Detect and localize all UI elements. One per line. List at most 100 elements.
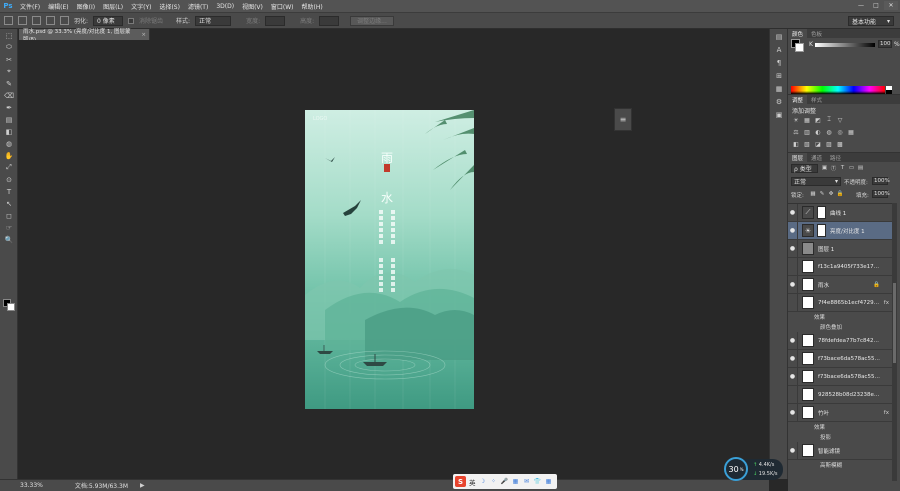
collapsed-panel-icon[interactable]: ≡ <box>614 108 632 131</box>
lasso-tool-icon[interactable]: ✂ <box>2 54 16 65</box>
layer-fx-icon[interactable]: fx <box>884 300 889 306</box>
lock-transparent-icon[interactable]: ▦ <box>810 190 816 197</box>
visibility-eye-icon[interactable]: ● <box>788 221 798 240</box>
layer-row[interactable]: ● 竹叶 fx <box>788 403 892 422</box>
visibility-eye-icon[interactable]: ● <box>788 403 798 422</box>
vibrance-icon[interactable]: ▽ <box>836 116 844 124</box>
layer-row[interactable]: ● 928528b08d23238e7c5f9c88... <box>788 385 892 404</box>
paragraph-panel-icon[interactable]: ¶ <box>772 57 786 68</box>
channel-mixer-icon[interactable]: ◎ <box>836 128 844 136</box>
layer-row[interactable]: ● f73bace6da578ac55b64efb... <box>788 349 892 368</box>
zoom-level[interactable]: 33.33% <box>20 482 43 489</box>
character-panel-icon[interactable]: A <box>772 44 786 55</box>
tab-layers[interactable]: 图层 <box>788 153 808 162</box>
layer-effect-row[interactable]: 高斯模糊 <box>788 460 892 470</box>
navigator-panel-icon[interactable]: ⊞ <box>772 70 786 81</box>
marquee-tool-icon[interactable] <box>4 16 13 25</box>
lock-image-icon[interactable]: ✎ <box>819 190 825 197</box>
filter-shape-icon[interactable]: ▭ <box>848 164 855 172</box>
color-balance-icon[interactable]: ⚖ <box>792 128 800 136</box>
invert-icon[interactable]: ◧ <box>792 140 800 148</box>
k-slider[interactable] <box>815 43 875 47</box>
move-tool-icon[interactable]: ⬚ <box>2 30 16 41</box>
antialias-checkbox[interactable] <box>128 17 135 24</box>
gradient-map-icon[interactable]: ▨ <box>825 140 833 148</box>
hue-saturation-icon[interactable]: ▥ <box>803 128 811 136</box>
swatches-panel-icon[interactable]: ▦ <box>772 83 786 94</box>
marquee-tool-icon[interactable]: ⬭ <box>2 42 16 53</box>
path-select-tool-icon[interactable]: ↖ <box>2 198 16 209</box>
status-menu-arrow-icon[interactable]: ▶ <box>140 482 145 489</box>
skin-icon[interactable]: 👕 <box>534 478 542 486</box>
threshold-icon[interactable]: ◪ <box>814 140 822 148</box>
maximize-button[interactable]: □ <box>869 1 883 10</box>
menu-file[interactable]: 文件(F) <box>16 2 44 11</box>
photo-filter-icon[interactable]: ◍ <box>825 128 833 136</box>
layer-row[interactable]: ● 智能滤镜 <box>788 441 892 460</box>
k-value-input[interactable]: 100 <box>878 40 892 48</box>
layer-row[interactable]: ● ☀ 亮度/对比度 1 <box>788 221 892 240</box>
gradient-tool-icon[interactable]: ◧ <box>2 126 16 137</box>
layer-row[interactable]: ● 7f4e8865b1ecf472989f...fx <box>788 293 892 312</box>
layer-effect-row[interactable]: 投影 <box>788 432 892 442</box>
menu-3d[interactable]: 3D(D) <box>212 3 238 10</box>
filter-pixel-icon[interactable]: ▣ <box>821 164 828 172</box>
layer-row[interactable]: ● 图层 1 <box>788 239 892 258</box>
spot-heal-tool-icon[interactable]: ⊙ <box>2 174 16 185</box>
menu-help[interactable]: 帮助(H) <box>298 2 327 11</box>
levels-icon[interactable]: ▦ <box>803 116 811 124</box>
opacity-input[interactable]: 100% <box>872 177 890 185</box>
color-lookup-icon[interactable]: ▦ <box>847 128 855 136</box>
layer-effect-row[interactable]: 颜色叠加 <box>788 322 892 332</box>
menu-view[interactable]: 视图(V) <box>238 2 267 11</box>
refine-edge-button[interactable]: 调整边缘... <box>350 15 394 26</box>
properties-panel-icon[interactable]: ⚙ <box>772 96 786 107</box>
selective-color-icon[interactable]: ▩ <box>836 140 844 148</box>
crop-tool-icon[interactable]: ✎ <box>2 78 16 89</box>
curves-icon[interactable]: ◩ <box>814 116 822 124</box>
brush-tool-icon[interactable]: ✒ <box>2 102 16 113</box>
tab-paths[interactable]: 路径 <box>826 153 845 162</box>
minimize-button[interactable]: — <box>854 1 868 10</box>
visibility-eye-icon[interactable]: ● <box>788 349 798 368</box>
menu-type[interactable]: 文字(Y) <box>127 2 155 11</box>
layer-mask-thumbnail[interactable] <box>817 206 826 219</box>
visibility-eye-icon[interactable]: ● <box>788 331 798 350</box>
blend-mode-select[interactable]: 正常 ▾ <box>791 177 841 186</box>
filter-smart-icon[interactable]: ▤ <box>857 164 864 172</box>
shape-tool-icon[interactable]: ◻ <box>2 210 16 221</box>
menu-edit[interactable]: 编辑(E) <box>44 2 72 11</box>
subtract-selection-icon[interactable] <box>46 16 55 25</box>
height-input[interactable] <box>319 15 340 26</box>
stamp-tool-icon[interactable]: ▤ <box>2 114 16 125</box>
width-input[interactable] <box>265 15 286 26</box>
punctuation-icon[interactable]: ⁘ <box>490 478 498 486</box>
visibility-eye-icon[interactable]: ● <box>788 441 798 460</box>
posterize-icon[interactable]: ▧ <box>803 140 811 148</box>
tab-styles[interactable]: 样式 <box>807 95 826 104</box>
background-color-swatch[interactable] <box>795 43 804 52</box>
layers-scrollbar[interactable] <box>892 203 897 481</box>
close-button[interactable]: ✕ <box>884 1 898 10</box>
menu-image[interactable]: 图像(I) <box>73 2 99 11</box>
sogou-logo-icon[interactable]: S <box>455 476 466 487</box>
color-spectrum[interactable] <box>791 86 885 94</box>
keyboard-icon[interactable]: ▦ <box>512 478 520 486</box>
visibility-eye-icon[interactable]: ● <box>788 385 798 404</box>
layer-row[interactable]: ● f13c1a9405f733e17e9b888... <box>788 257 892 276</box>
lock-position-icon[interactable]: ✥ <box>828 190 834 197</box>
lock-all-icon[interactable]: 🔒 <box>837 190 844 197</box>
filter-adjustment-icon[interactable]: Ⓣ <box>830 164 837 172</box>
black-white-swatch[interactable] <box>886 86 892 94</box>
layer-row[interactable]: ● f73bace6da578ac55b64efb... <box>788 367 892 386</box>
network-speed-widget[interactable]: ↑ 4.4K/s ↓ 19.5K/s 30% <box>724 457 784 483</box>
layer-fx-icon[interactable]: fx <box>884 410 889 416</box>
style-select[interactable]: 正常 <box>195 15 232 26</box>
pen-tool-icon[interactable]: ⤢ <box>2 162 16 173</box>
visibility-eye-icon[interactable]: ● <box>788 367 798 386</box>
menu-select[interactable]: 选择(S) <box>155 2 184 11</box>
moon-icon[interactable]: ☽ <box>479 478 487 486</box>
history-panel-icon[interactable]: ▤ <box>772 31 786 42</box>
black-white-icon[interactable]: ◐ <box>814 128 822 136</box>
document-tab[interactable]: 雨水.psd @ 33.3% (亮度/对比度 1, 图层蒙版/8) × <box>19 29 150 43</box>
